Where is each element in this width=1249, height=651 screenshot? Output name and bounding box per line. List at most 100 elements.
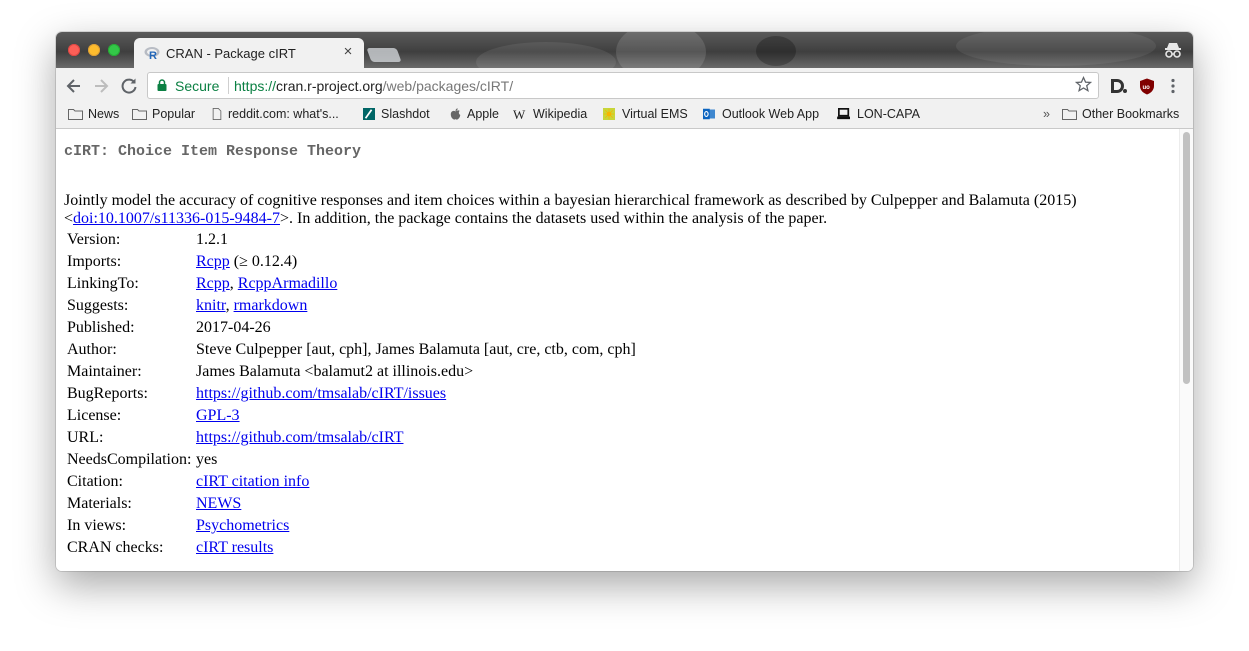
reload-icon[interactable] (119, 76, 139, 96)
table-row: Citation: cIRT citation info (67, 471, 636, 493)
bookmark-star-icon[interactable] (1075, 76, 1092, 93)
folder-icon (68, 109, 83, 120)
d-extension-icon[interactable] (1110, 78, 1128, 94)
doi-link[interactable]: doi:10.1007/s11336-015-9484-7 (73, 210, 280, 227)
bookmarks-overflow-chevron[interactable]: » (1043, 107, 1050, 121)
bookmark-reddit[interactable]: reddit.com: what's... (211, 107, 339, 121)
bookmark-label: Slashdot (381, 107, 430, 121)
rcpp-link[interactable]: Rcpp (196, 275, 230, 292)
lock-icon (157, 79, 167, 91)
outlook-icon (703, 108, 715, 120)
forward-arrow-icon[interactable] (91, 76, 111, 96)
table-row: Author: Steve Culpepper [aut, cph], Jame… (67, 339, 636, 361)
rcpparmadillo-link[interactable]: RcppArmadillo (238, 275, 338, 292)
page-content: cIRT: Choice Item Response Theory Jointl… (56, 129, 1180, 571)
ublock-shield-icon[interactable]: uo (1139, 78, 1155, 95)
rmarkdown-link[interactable]: rmarkdown (234, 297, 308, 314)
page-title: cIRT: Choice Item Response Theory (64, 143, 362, 160)
field-label: Suggests: (67, 297, 129, 314)
table-row: In views: Psychometrics (67, 515, 636, 537)
bookmark-loncapa[interactable]: LON-CAPA (836, 107, 920, 121)
package-metadata-table: Version: 1.2.1 Imports: Rcpp (≥ 0.12.4) … (64, 229, 639, 559)
table-row: Materials: NEWS (67, 493, 636, 515)
window-minimize-button[interactable] (88, 44, 100, 56)
field-value: knitr, rmarkdown (196, 295, 636, 317)
browser-window: R CRAN - Package cIRT × Secure https://c… (56, 32, 1193, 571)
bookmark-wikipedia[interactable]: W Wikipedia (513, 107, 587, 121)
bookmark-label: Virtual EMS (622, 107, 688, 121)
table-row: LinkingTo: Rcpp, RcppArmadillo (67, 273, 636, 295)
table-row: Suggests: knitr, rmarkdown (67, 295, 636, 317)
description-text-after: >. In addition, the package contains the… (279, 210, 828, 227)
bookmark-label: Apple (467, 107, 499, 121)
bookmark-virtual-ems[interactable]: Virtual EMS (601, 107, 688, 121)
url-path: /web/packages/cIRT/ (382, 78, 514, 94)
url-host: cran.r-project.org (276, 78, 383, 94)
bookmark-label: Wikipedia (533, 107, 588, 121)
table-row: Imports: Rcpp (≥ 0.12.4) (67, 251, 636, 273)
news-link[interactable]: NEWS (196, 495, 241, 512)
tab-cran-package[interactable]: R CRAN - Package cIRT × (134, 38, 364, 68)
citation-link[interactable]: cIRT citation info (196, 473, 309, 490)
svg-text:W: W (513, 108, 526, 120)
field-value: Rcpp (≥ 0.12.4) (196, 251, 636, 273)
bookmark-apple[interactable]: Apple (449, 107, 499, 121)
back-arrow-icon[interactable] (64, 76, 84, 96)
overflow-chevron-icon: » (1043, 107, 1050, 121)
browser-menu-icon[interactable] (1170, 78, 1176, 94)
field-label: License: (67, 407, 122, 424)
tab-close-icon[interactable]: × (340, 44, 356, 60)
vertical-scrollbar[interactable] (1179, 129, 1193, 571)
tab-strip: R CRAN - Package cIRT × (56, 32, 1193, 68)
repository-url-link[interactable]: https://github.com/tmsalab/cIRT (196, 429, 403, 446)
field-label: CRAN checks: (67, 539, 164, 556)
bookmark-news[interactable]: News (68, 107, 119, 121)
field-value: cIRT results (196, 537, 636, 559)
window-close-button[interactable] (68, 44, 80, 56)
field-value: James Balamuta <balamut2 at illinois.edu… (196, 363, 474, 380)
field-label: Maintainer: (67, 363, 142, 380)
folder-icon (132, 109, 147, 120)
field-value: Steve Culpepper [aut, cph], James Balamu… (196, 341, 636, 358)
url-text[interactable]: https://cran.r-project.org/web/packages/… (234, 78, 513, 94)
knitr-link[interactable]: knitr (196, 297, 226, 314)
omnibox-separator (228, 77, 229, 94)
window-maximize-button[interactable] (108, 44, 120, 56)
field-label: Version: (67, 231, 121, 248)
bookmark-slashdot[interactable]: Slashdot (362, 107, 430, 121)
field-label: URL: (67, 429, 104, 446)
table-row: NeedsCompilation: yes (67, 449, 636, 471)
field-value: GPL-3 (196, 405, 636, 427)
new-tab-button[interactable] (366, 48, 402, 62)
bookmark-label: Popular (152, 107, 196, 121)
field-value: https://github.com/tmsalab/cIRT/issues (196, 383, 636, 405)
field-label: BugReports: (67, 385, 148, 402)
bookmarks-bar: News Popular reddit.com: what's... Slash… (56, 104, 1193, 129)
table-row: License: GPL-3 (67, 405, 636, 427)
psychometrics-view-link[interactable]: Psychometrics (196, 517, 289, 534)
other-bookmarks[interactable]: Other Bookmarks (1062, 107, 1179, 121)
rcpp-link[interactable]: Rcpp (196, 253, 230, 270)
bookmark-outlook[interactable]: Outlook Web App (701, 107, 819, 121)
field-label: Materials: (67, 495, 132, 512)
loncapa-icon (837, 108, 850, 120)
bugreports-link[interactable]: https://github.com/tmsalab/cIRT/issues (196, 385, 446, 402)
svg-text:R: R (149, 50, 157, 60)
bookmark-label: Outlook Web App (722, 107, 820, 121)
field-label: LinkingTo: (67, 275, 139, 292)
field-label: In views: (67, 517, 127, 534)
cran-checks-link[interactable]: cIRT results (196, 539, 273, 556)
address-bar[interactable]: Secure https://cran.r-project.org/web/pa… (147, 72, 1099, 99)
field-label: Published: (67, 319, 135, 336)
field-value: https://github.com/tmsalab/cIRT (196, 427, 636, 449)
secure-label: Secure (175, 78, 220, 94)
table-row: CRAN checks: cIRT results (67, 537, 636, 559)
bookmark-popular[interactable]: Popular (132, 107, 195, 121)
scrollbar-thumb[interactable] (1183, 132, 1190, 384)
apple-icon (450, 108, 461, 120)
table-row: BugReports: https://github.com/tmsalab/c… (67, 383, 636, 405)
table-row: Maintainer: James Balamuta <balamut2 at … (67, 361, 636, 383)
field-value: cIRT citation info (196, 471, 636, 493)
license-link[interactable]: GPL-3 (196, 407, 240, 424)
wikipedia-icon: W (513, 108, 526, 120)
